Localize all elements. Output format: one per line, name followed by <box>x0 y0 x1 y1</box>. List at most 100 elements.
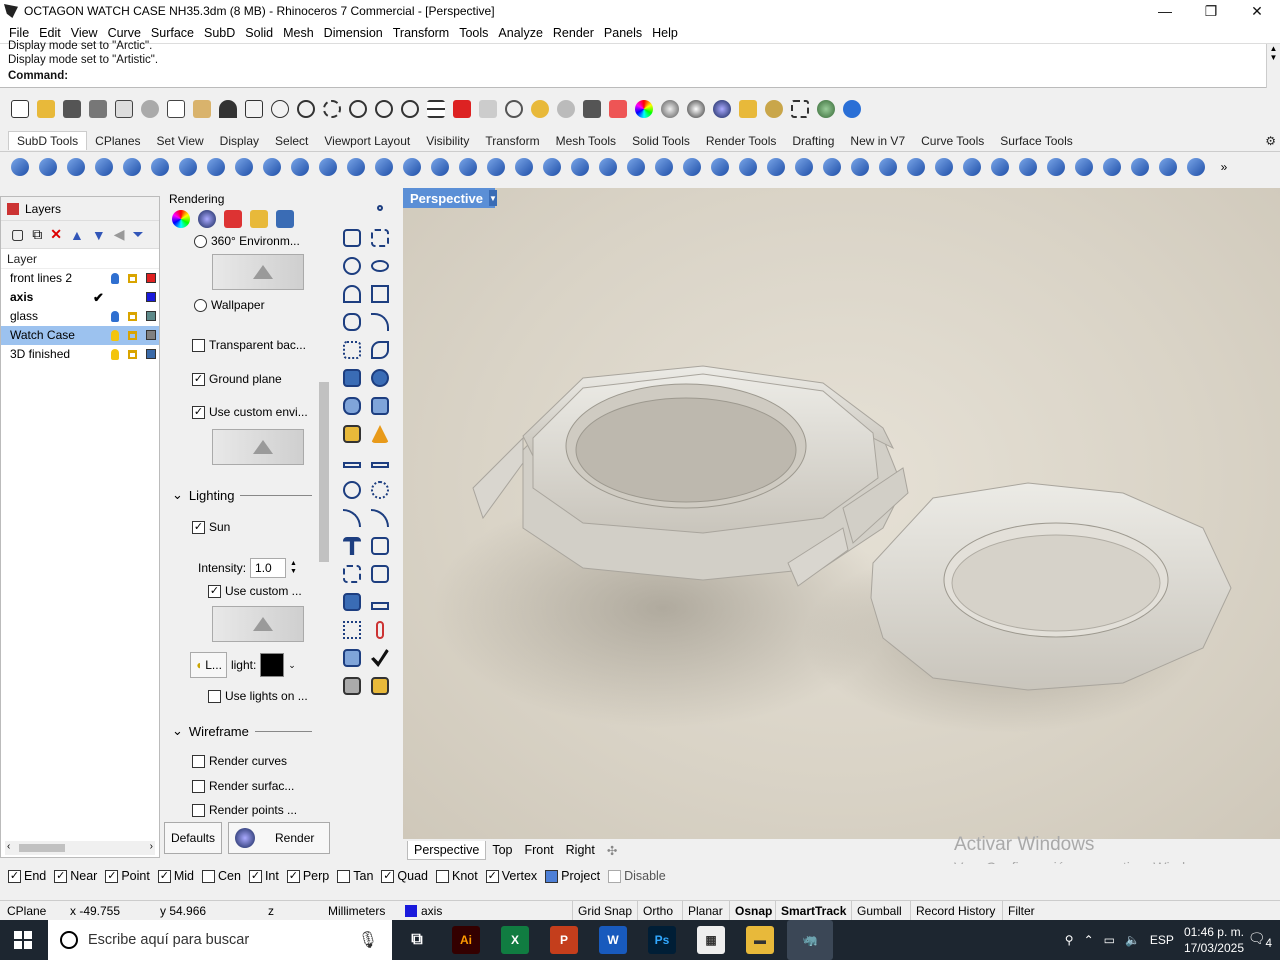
env-360-option[interactable]: 360° Environm... <box>194 234 300 248</box>
tab-solid-tools[interactable]: Solid Tools <box>624 132 698 150</box>
move-left-icon[interactable]: ◀ <box>114 226 125 243</box>
osnap-vertex[interactable]: ✓ Vertex <box>485 869 537 883</box>
subd-display-icon[interactable] <box>904 155 928 179</box>
render-sphere-icon[interactable] <box>710 97 734 121</box>
menu-tools[interactable]: Tools <box>454 26 493 40</box>
subd-ellipsoid-icon[interactable] <box>176 155 200 179</box>
intensity-input[interactable]: 1.0 <box>250 558 287 578</box>
layer-row[interactable]: Watch Case <box>1 326 159 345</box>
subd-tools-icon[interactable] <box>988 155 1012 179</box>
osnap-checkbox[interactable]: ✓ <box>105 869 119 883</box>
viewport-tab-front[interactable]: Front <box>518 841 559 859</box>
split-icon[interactable] <box>368 450 392 474</box>
gumball-toggle[interactable]: Gumball <box>851 901 907 921</box>
planar-toggle[interactable]: Planar <box>682 901 728 921</box>
check-icon[interactable] <box>368 646 392 670</box>
menu-curve[interactable]: Curve <box>103 26 146 40</box>
command-prompt[interactable]: Command: <box>8 70 1258 82</box>
windows-start-icon[interactable] <box>14 931 32 949</box>
custom-env-thumbnail[interactable] <box>212 429 304 465</box>
subd-sweep2-icon[interactable] <box>428 155 452 179</box>
transparent-bg-option[interactable]: Transparent bac... <box>192 338 306 352</box>
tab-options-gear-icon[interactable]: ⚙ <box>1265 134 1276 148</box>
render-surfaces-option[interactable]: Render surfac... <box>192 779 294 793</box>
tab-select[interactable]: Select <box>267 132 316 150</box>
zoom-icon[interactable] <box>294 97 318 121</box>
subd-convert-icon[interactable] <box>1016 155 1040 179</box>
osnap-checkbox[interactable]: ✓ <box>248 869 262 883</box>
subd-smooth-mode-icon[interactable] <box>764 155 788 179</box>
network-icon[interactable]: ▭ <box>1104 933 1115 947</box>
osnap-perp[interactable]: ✓ Perp <box>286 869 329 883</box>
help-icon[interactable] <box>840 97 864 121</box>
new-file-icon[interactable] <box>8 97 32 121</box>
subd-mirror-icon[interactable] <box>792 155 816 179</box>
menu-solid[interactable]: Solid <box>240 26 278 40</box>
subd-truncated-cone-icon[interactable] <box>92 155 116 179</box>
rectangle-icon[interactable] <box>368 282 392 306</box>
rhino-app-icon[interactable]: 🦏 <box>787 920 833 960</box>
rendered-sphere-icon[interactable] <box>684 97 708 121</box>
menu-view[interactable]: View <box>66 26 103 40</box>
subd-plane-icon[interactable] <box>36 155 60 179</box>
object-snap-icon[interactable] <box>502 97 526 121</box>
rotate-view-icon[interactable] <box>268 97 292 121</box>
use-custom-env-option[interactable]: ✓ Use custom envi... <box>192 405 308 419</box>
menu-mesh[interactable]: Mesh <box>278 26 319 40</box>
subd-thicken-icon[interactable] <box>484 155 508 179</box>
layer-row[interactable]: glass <box>1 307 159 326</box>
lock-icon[interactable] <box>128 312 137 321</box>
viewport-tab-top[interactable]: Top <box>486 841 518 859</box>
menu-render[interactable]: Render <box>548 26 599 40</box>
menu-transform[interactable]: Transform <box>388 26 455 40</box>
block-icon[interactable] <box>340 590 364 614</box>
subd-box-icon[interactable] <box>8 155 32 179</box>
move-down-icon[interactable]: ▼ <box>92 227 106 243</box>
render-curves-checkbox[interactable] <box>192 754 205 768</box>
units-label[interactable]: Millimeters <box>328 904 385 918</box>
subd-sphere-icon[interactable] <box>148 155 172 179</box>
current-layer-indicator[interactable]: axis <box>405 904 442 918</box>
use-custom-checkbox[interactable]: ✓ <box>208 584 221 598</box>
render-points-checkbox[interactable] <box>192 803 205 817</box>
osnap-cen[interactable]: Cen <box>202 869 241 883</box>
word-app-icon[interactable]: W <box>599 926 627 954</box>
viewport-tab-right[interactable]: Right <box>560 841 601 859</box>
viewport-tab-perspective[interactable]: Perspective <box>407 840 487 860</box>
text-icon[interactable] <box>340 534 364 558</box>
tab-cplanes[interactable]: CPlanes <box>87 132 148 150</box>
transparent-bg-checkbox[interactable] <box>192 338 205 352</box>
ground-plane-checkbox[interactable]: ✓ <box>192 372 205 386</box>
subd-gumball-icon[interactable] <box>1184 155 1208 179</box>
scrollbar-thumb[interactable] <box>319 382 329 562</box>
layers-horizontal-scrollbar[interactable]: ‹ › <box>5 841 155 855</box>
lock-icon[interactable] <box>580 97 604 121</box>
color-dropdown-icon[interactable]: ⌄ <box>288 660 296 671</box>
trim-icon[interactable] <box>340 450 364 474</box>
car-icon[interactable] <box>450 97 474 121</box>
tray-chevron-icon[interactable]: ⌃ <box>1084 933 1094 947</box>
notifications-icon[interactable]: 🗨4 <box>1248 930 1272 950</box>
layer-color-swatch[interactable] <box>146 292 156 302</box>
render-sphere-icon[interactable] <box>198 210 216 228</box>
subd-weld-icon[interactable] <box>624 155 648 179</box>
dimension-icon[interactable] <box>788 97 812 121</box>
undo-view-icon[interactable] <box>398 97 422 121</box>
osnap-project[interactable]: Project <box>545 869 600 883</box>
dimension-icon[interactable] <box>368 590 392 614</box>
ghosted-car-icon[interactable] <box>476 97 500 121</box>
defaults-button[interactable]: Defaults <box>164 822 222 854</box>
subd-cylinder-icon[interactable] <box>120 155 144 179</box>
menu-panels[interactable]: Panels <box>599 26 647 40</box>
menu-edit[interactable]: Edit <box>34 26 66 40</box>
layer-row[interactable]: 3D finished <box>1 345 159 364</box>
osnap-toggle[interactable]: Osnap <box>729 901 777 921</box>
osnap-checkbox[interactable]: ✓ <box>54 869 68 883</box>
layer-color-swatch[interactable] <box>146 349 156 359</box>
subd-cage-icon[interactable] <box>708 155 732 179</box>
curve-icon[interactable] <box>368 226 392 250</box>
clock[interactable]: 01:46 p. m. 17/03/2025 <box>1184 924 1244 956</box>
ground-plane-option[interactable]: ✓ Ground plane <box>192 372 282 386</box>
pan-hand-icon[interactable] <box>242 97 266 121</box>
material-brush-icon[interactable] <box>224 210 242 228</box>
